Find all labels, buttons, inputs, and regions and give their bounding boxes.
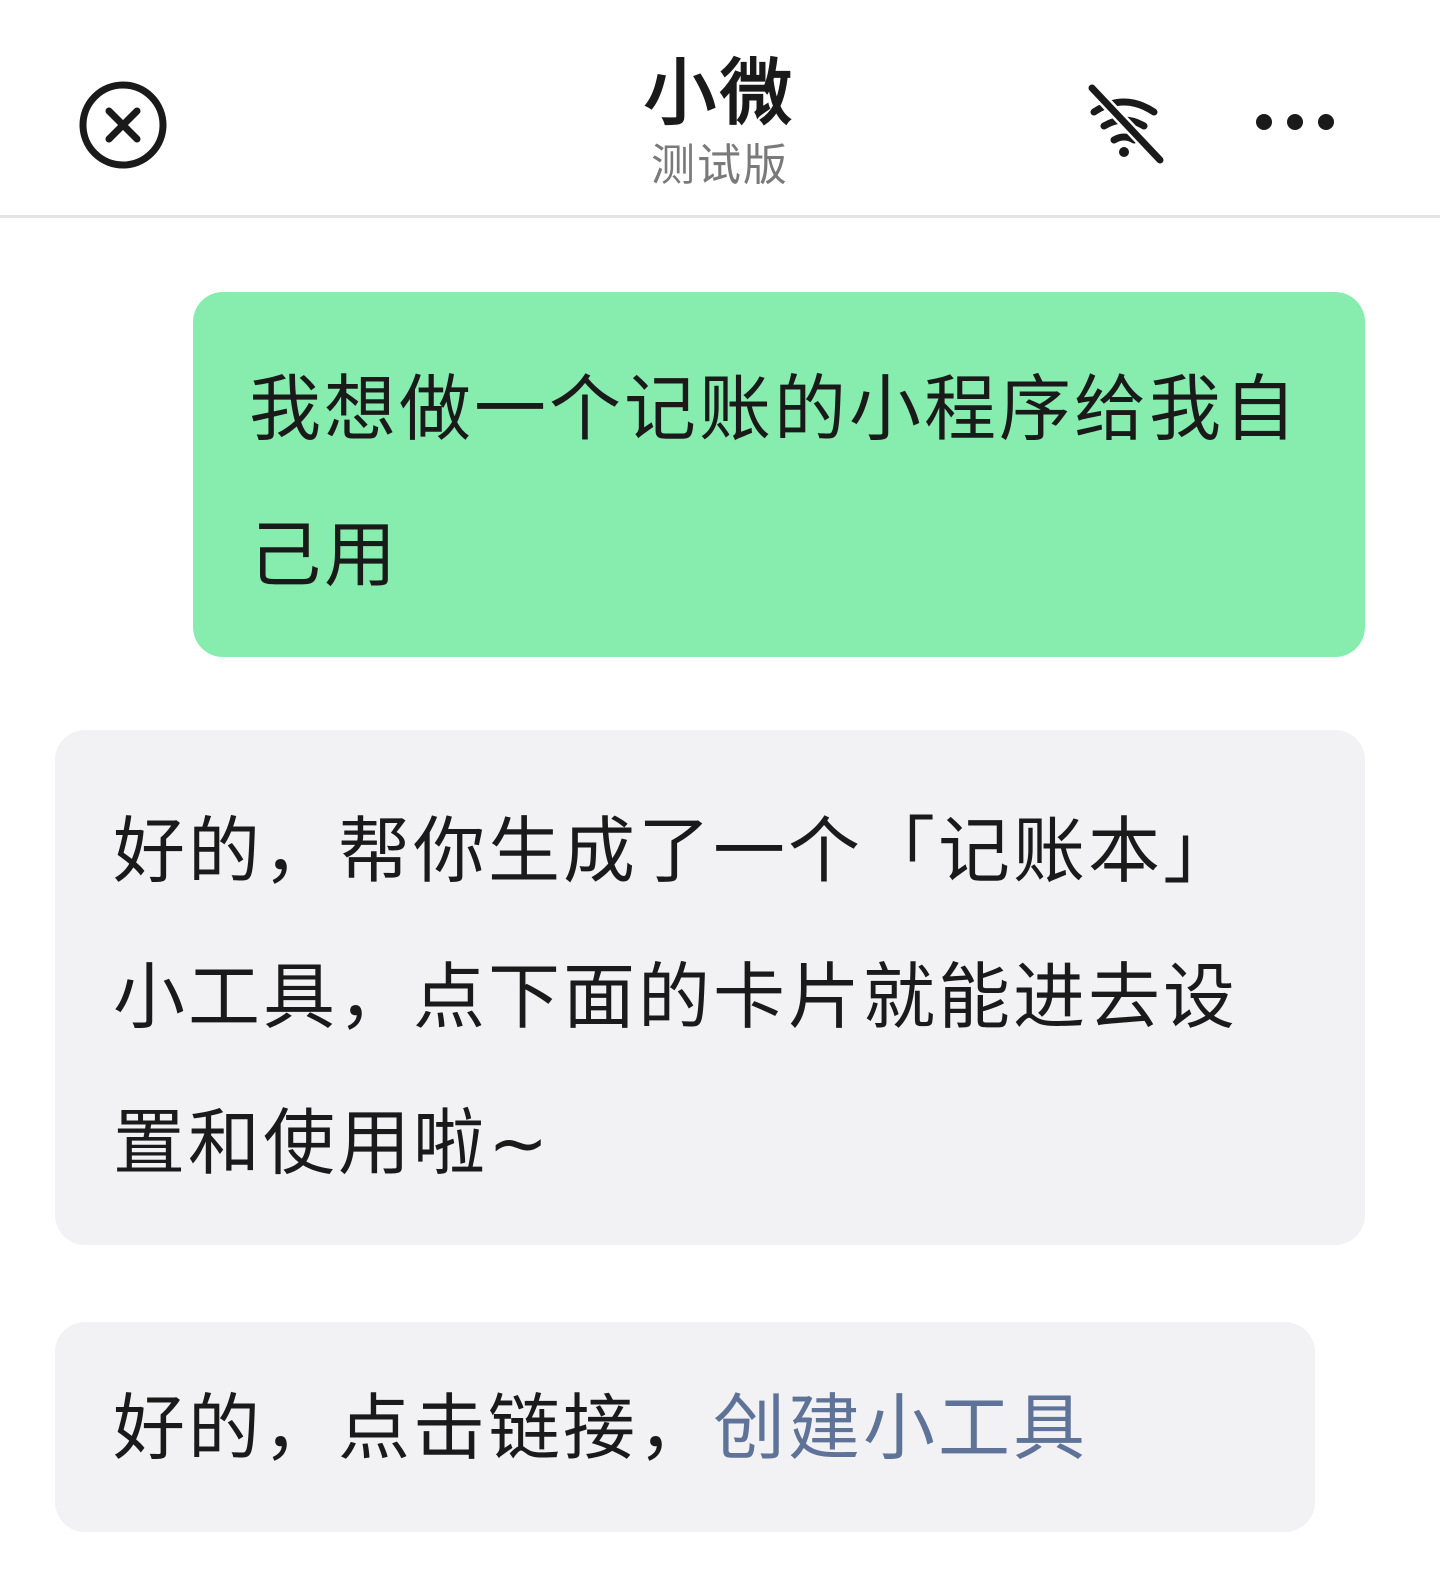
close-circle-icon <box>79 81 167 169</box>
header-title-block: 小微 测试版 <box>0 48 1440 194</box>
chat-page: 小微 测试版 我想做一个记账的小程序给我自己用 好的，帮你生成了一个「记账本」小… <box>0 0 1440 1591</box>
create-tool-link[interactable]: 创建小工具 <box>713 1386 1088 1470</box>
assistant-message-text: 好的，帮你生成了一个「记账本」小工具，点下面的卡片就能进去设置和使用啦~ <box>113 809 1239 1185</box>
more-dots-icon <box>1256 114 1334 130</box>
user-message-bubble: 我想做一个记账的小程序给我自己用 <box>193 292 1365 657</box>
chat-header: 小微 测试版 <box>0 0 1440 218</box>
assistant-message-bubble: 好的，帮你生成了一个「记账本」小工具，点下面的卡片就能进去设置和使用啦~ <box>55 730 1365 1245</box>
mute-button[interactable] <box>1080 78 1170 168</box>
assistant-link-message-bubble: 好的，点击链接，创建小工具 <box>55 1322 1315 1532</box>
close-button[interactable] <box>78 80 168 170</box>
mute-bell-icon <box>1086 82 1166 166</box>
user-message-text: 我想做一个记账的小程序给我自己用 <box>249 367 1300 597</box>
more-button[interactable] <box>1250 92 1340 152</box>
chat-title: 小微 <box>643 51 796 135</box>
assistant-link-message-text: 好的，点击链接， <box>113 1386 714 1470</box>
chat-subtitle: 测试版 <box>651 140 789 191</box>
